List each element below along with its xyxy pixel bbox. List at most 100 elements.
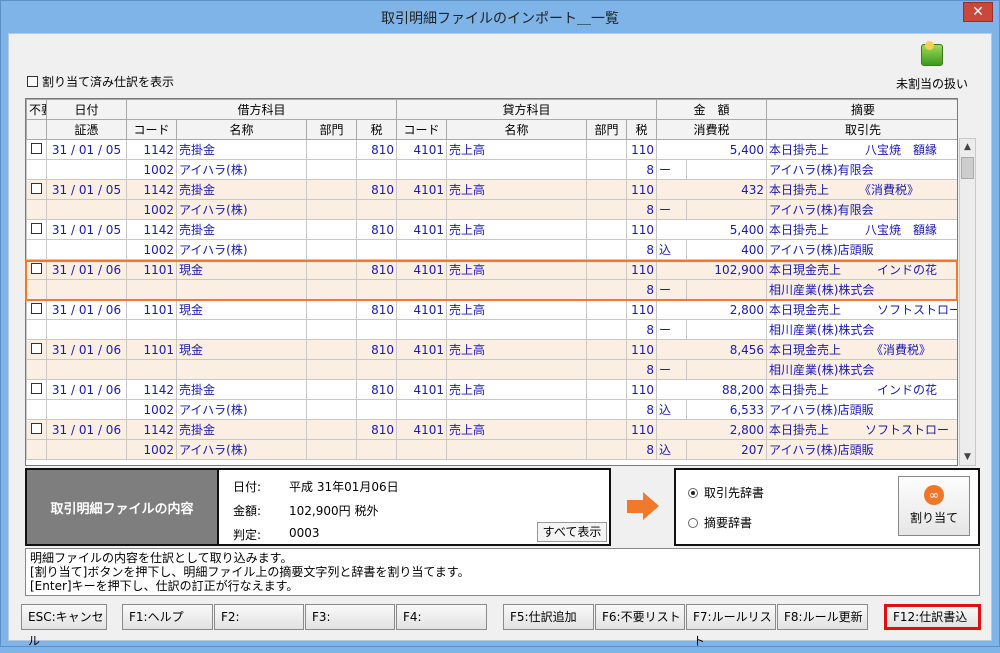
unneeded-cell[interactable] [26,319,47,340]
radio-icon[interactable] [688,517,698,528]
credit-tax-cell[interactable]: 8 [626,199,658,220]
credit-code-cell[interactable]: 4101 [396,139,448,160]
credit-name-cell[interactable]: 売上高 [446,259,588,280]
unneeded-checkbox[interactable] [31,382,42,394]
debit-name-cell[interactable]: 売掛金 [176,179,307,200]
unneeded-cell[interactable] [26,139,47,160]
debit-tax-cell[interactable] [355,199,398,220]
debit-tax-cell[interactable] [355,399,398,420]
tax-amount-cell[interactable]: 400 [686,239,768,260]
memo-cell[interactable]: アイハラ(株)有限会 [766,159,957,180]
tax-mark-cell[interactable]: 込 [656,399,688,420]
credit-code-cell[interactable] [396,399,448,420]
credit-tax-cell[interactable]: 8 [626,319,658,340]
date-cell[interactable] [46,279,127,300]
memo-cell[interactable]: アイハラ(株)店頭販 [766,399,957,420]
credit-tax-cell[interactable]: 8 [626,399,658,420]
debit-code-cell[interactable]: 1142 [126,139,177,160]
journal-grid[interactable]: 不要 日付 借方科目 貸方科目 金 額 摘要 証憑 コード 名称 部門 税 [25,98,958,466]
memo-cell[interactable]: 本日現金売上 《消費税》 [766,339,957,360]
debit-code-cell[interactable]: 1142 [126,419,177,440]
tax-amount-cell[interactable] [686,359,768,380]
debit-name-cell[interactable]: アイハラ(株) [176,439,307,460]
debit-dept-cell[interactable] [306,339,357,360]
credit-code-cell[interactable] [396,439,448,460]
credit-name-cell[interactable] [446,159,588,180]
tax-mark-cell[interactable]: 込 [656,239,688,260]
debit-code-cell[interactable]: 1101 [126,299,177,320]
debit-name-cell[interactable]: アイハラ(株) [176,399,307,420]
debit-code-cell[interactable]: 1101 [126,339,177,360]
tax-mark-cell[interactable]: ー [656,279,688,300]
debit-name-cell[interactable]: 現金 [176,339,307,360]
memo-cell[interactable]: アイハラ(株)有限会 [766,199,957,220]
credit-name-cell[interactable] [446,239,588,260]
debit-tax-cell[interactable] [355,239,398,260]
amount-cell[interactable]: 8,456 [656,339,768,360]
credit-code-cell[interactable] [396,199,448,220]
date-cell[interactable] [46,239,127,260]
credit-code-cell[interactable] [396,279,448,300]
unneeded-cell[interactable] [26,259,47,280]
debit-tax-cell[interactable]: 810 [355,339,398,360]
debit-name-cell[interactable]: 売掛金 [176,219,307,240]
date-cell[interactable] [46,359,127,380]
credit-code-cell[interactable]: 4101 [396,299,448,320]
debit-code-cell[interactable]: 1142 [126,379,177,400]
debit-tax-cell[interactable] [355,439,398,460]
tax-amount-cell[interactable] [686,159,768,180]
tax-amount-cell[interactable]: 207 [686,439,768,460]
credit-name-cell[interactable]: 売上高 [446,419,588,440]
unneeded-checkbox[interactable] [31,262,42,274]
debit-dept-cell[interactable] [306,279,357,300]
debit-code-cell[interactable]: 1101 [126,259,177,280]
debit-dept-cell[interactable] [306,199,357,220]
credit-code-cell[interactable] [396,239,448,260]
debit-tax-cell[interactable]: 810 [355,379,398,400]
unneeded-checkbox[interactable] [31,182,42,194]
unneeded-checkbox[interactable] [31,142,42,154]
debit-tax-cell[interactable]: 810 [355,139,398,160]
credit-code-cell[interactable]: 4101 [396,379,448,400]
credit-tax-cell[interactable]: 110 [626,299,658,320]
credit-code-cell[interactable]: 4101 [396,179,448,200]
f1-help-button[interactable]: F1:ヘルプ [122,604,213,630]
credit-tax-cell[interactable]: 8 [626,239,658,260]
f5-add-journal-button[interactable]: F5:仕訳追加 [503,604,594,630]
f6-unneeded-list-button[interactable]: F6:不要リスト [595,604,685,630]
memo-cell[interactable]: アイハラ(株)店頭販 [766,239,957,260]
memo-cell[interactable]: 相川産業(株)株式会 [766,359,957,380]
debit-tax-cell[interactable]: 810 [355,179,398,200]
unneeded-cell[interactable] [26,279,47,300]
tax-amount-cell[interactable] [686,199,768,220]
credit-name-cell[interactable]: 売上高 [446,299,588,320]
unneeded-cell[interactable] [26,179,47,200]
table-row[interactable]: 8 ー 相川産業(株)株式会 [26,279,957,300]
credit-dept-cell[interactable] [586,379,628,400]
debit-dept-cell[interactable] [306,139,357,160]
credit-dept-cell[interactable] [586,279,628,300]
unneeded-checkbox[interactable] [31,342,42,354]
debit-tax-cell[interactable] [355,159,398,180]
tax-mark-cell[interactable]: ー [656,159,688,180]
tax-mark-cell[interactable]: ー [656,199,688,220]
unneeded-cell[interactable] [26,239,47,260]
unneeded-cell[interactable] [26,219,47,240]
unneeded-cell[interactable] [26,379,47,400]
unneeded-cell[interactable] [26,359,47,380]
unneeded-checkbox[interactable] [31,422,42,434]
debit-code-cell[interactable]: 1002 [126,439,177,460]
debit-name-cell[interactable]: 売掛金 [176,419,307,440]
debit-tax-cell[interactable]: 810 [355,299,398,320]
show-assigned-checkbox[interactable]: 割り当て済み仕訳を表示 [27,73,174,90]
debit-dept-cell[interactable] [306,219,357,240]
credit-dept-cell[interactable] [586,439,628,460]
credit-dept-cell[interactable] [586,239,628,260]
credit-dept-cell[interactable] [586,419,628,440]
credit-tax-cell[interactable]: 110 [626,219,658,240]
scroll-thumb[interactable] [961,157,974,179]
unneeded-cell[interactable] [26,199,47,220]
unneeded-cell[interactable] [26,159,47,180]
debit-name-cell[interactable]: 売掛金 [176,139,307,160]
tax-mark-cell[interactable]: 込 [656,439,688,460]
